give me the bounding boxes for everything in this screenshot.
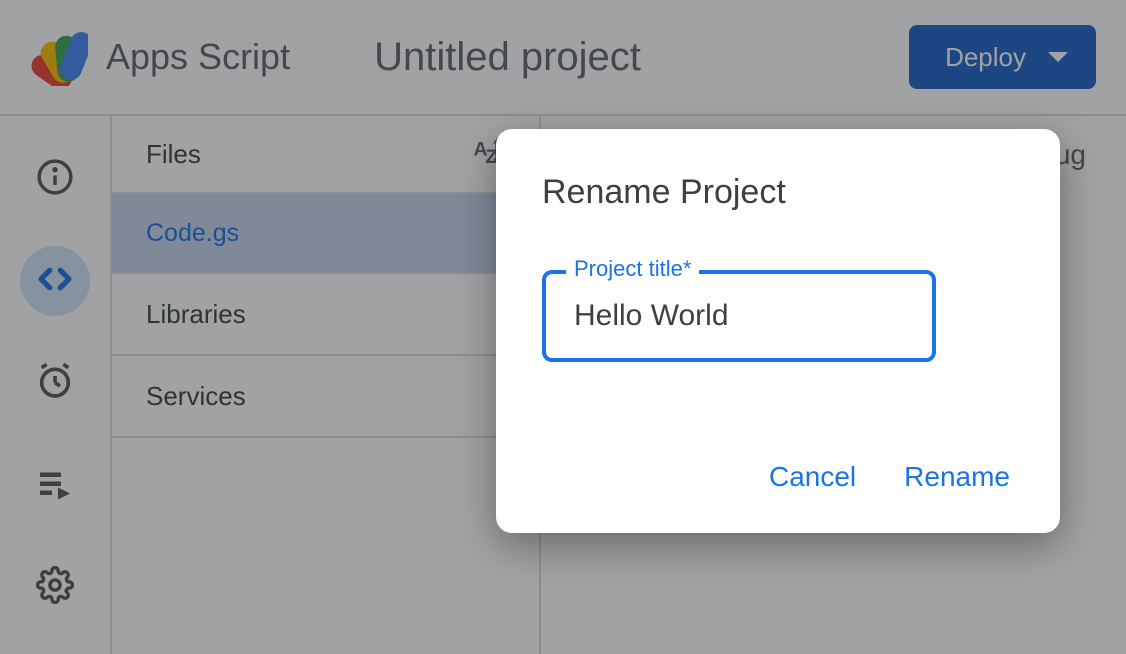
rename-project-dialog: Rename Project Project title* Cancel Ren… bbox=[496, 129, 1060, 533]
project-title-field: Project title* bbox=[542, 270, 1014, 362]
project-title-input[interactable] bbox=[542, 270, 936, 362]
rename-button[interactable]: Rename bbox=[904, 461, 1010, 493]
cancel-button[interactable]: Cancel bbox=[769, 461, 856, 493]
dialog-title: Rename Project bbox=[542, 173, 1014, 212]
dialog-actions: Cancel Rename bbox=[542, 461, 1014, 493]
project-title-label: Project title* bbox=[566, 256, 699, 282]
